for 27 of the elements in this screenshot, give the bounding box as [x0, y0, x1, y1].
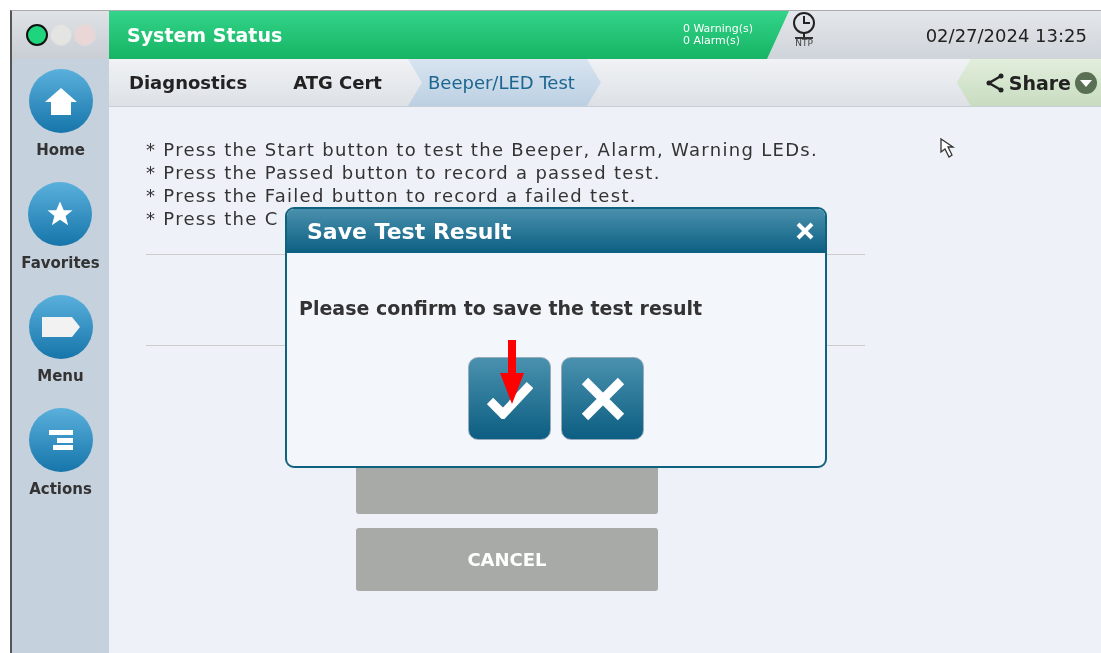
down-arrow-icon: [500, 340, 524, 404]
confirm-button[interactable]: [468, 357, 551, 440]
clock-icon: [791, 11, 817, 37]
dropdown-icon: [1075, 71, 1097, 94]
close-icon: [580, 376, 625, 421]
close-icon: [795, 221, 815, 241]
instruction-text: * Press the C: [146, 207, 279, 230]
alarm-count: 0 Alarm(s): [682, 35, 742, 47]
instruction-text: * Press the Failed button to record a failed test.: [146, 184, 637, 207]
close-button[interactable]: [795, 221, 815, 241]
instruction-text: * Press the Passed button to record a passed test.: [146, 161, 661, 184]
lines-icon: [48, 429, 73, 451]
breadcrumb-tab[interactable]: ATG Cert: [273, 59, 408, 106]
dialog-title: Save Test Result: [307, 218, 512, 244]
date-time: 02/27/2024 13:25: [925, 24, 1088, 46]
status-title: System Status: [127, 24, 284, 46]
breadcrumb-tab[interactable]: Beeper/LED Test: [407, 59, 601, 106]
warning-count: 0 Warning(s): [682, 23, 753, 35]
breadcrumb-tab[interactable]: Diagnostics: [109, 59, 274, 106]
tag-icon: [40, 316, 81, 338]
share-button[interactable]: Share: [956, 59, 1101, 106]
house-icon: [43, 86, 78, 116]
dialog-message: Please confirm to save the test result: [299, 297, 704, 319]
instruction-text: * Press the Start button to test the Beeper, Alarm, Warning LEDs.: [146, 138, 819, 161]
cancel-button[interactable]: [561, 357, 644, 440]
share-icon: [984, 72, 1005, 93]
ntp-label: NTP: [795, 37, 813, 48]
